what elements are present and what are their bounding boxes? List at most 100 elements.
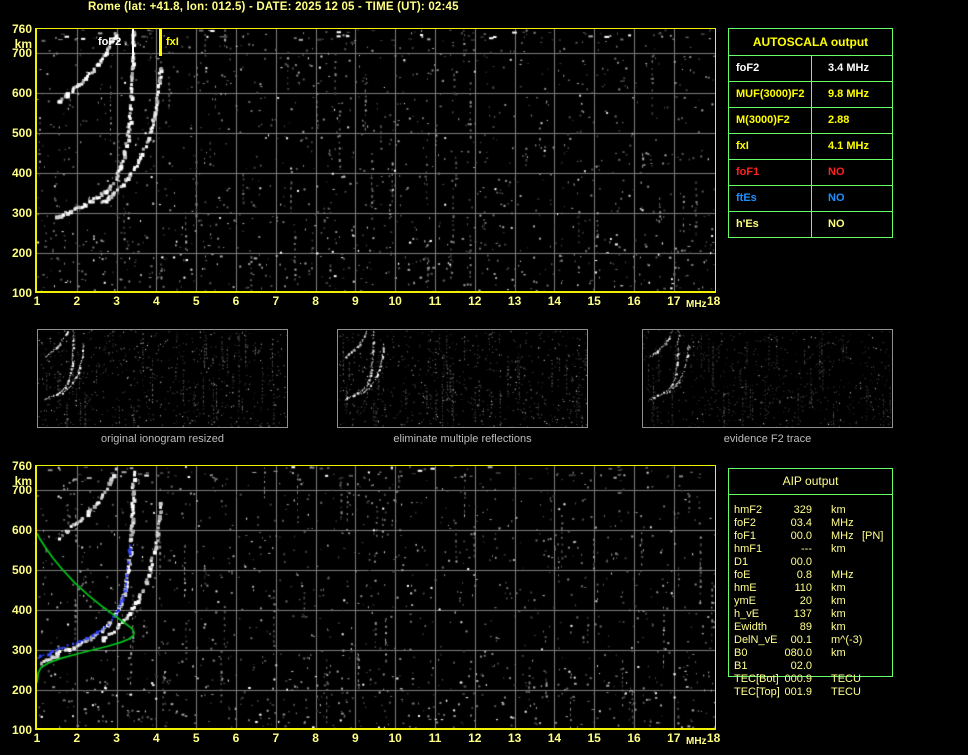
aip-output-table: AIP output hmF2 329 km foF2 03.4 MHz foF1 00.…	[728, 468, 928, 703]
bottom-ionogram-plot	[35, 465, 716, 730]
x-axis-tick: 14	[547, 731, 562, 745]
table-row: M(3000)F2 2.88	[729, 108, 892, 134]
x-axis-tick: 10	[388, 294, 402, 308]
x-axis-tick: 8	[312, 731, 319, 745]
y-axis-tick: 200	[11, 683, 32, 697]
table-row: fxI 4.1 MHz	[729, 134, 892, 160]
param-value: 9.8 MHz	[828, 88, 869, 100]
table-row: hmF2 329 km	[728, 504, 928, 517]
y-axis-tick: 200	[11, 246, 32, 260]
table-row: Ewidth 89 km	[728, 621, 928, 634]
x-axis-tick: 4	[153, 731, 160, 745]
thumbnail-evidence-f2-trace	[642, 329, 893, 428]
param-unit: TECU	[831, 673, 861, 685]
y-axis-tick: 300	[11, 643, 32, 657]
table-row: h_vE 137 km	[728, 608, 928, 621]
x-axis-tick: 16	[627, 731, 641, 745]
y-axis-tick: 760	[11, 22, 32, 36]
param-value: NO	[828, 166, 845, 178]
x-axis-tick: 6	[232, 294, 240, 308]
param-label: foF1	[729, 160, 812, 185]
x-axis-tick: 13	[507, 731, 522, 745]
x-axis-tick: 1	[33, 731, 41, 745]
param-label: fxI	[729, 134, 812, 159]
top-ionogram-plot	[35, 28, 716, 293]
y-axis-tick: 500	[11, 563, 32, 577]
table-row: ftEs NO	[729, 186, 892, 212]
thumbnail-caption: eliminate multiple reflections	[393, 433, 532, 445]
x-axis-tick: 13	[507, 294, 522, 308]
param-unit: MHz	[831, 517, 854, 529]
table-row: TEC[Top] 001.9 TECU	[728, 686, 928, 699]
x-axis-tick: 3	[113, 731, 120, 745]
param-label: M(3000)F2	[729, 108, 812, 133]
x-axis-tick: 12	[468, 731, 482, 745]
y-axis-tick: 300	[11, 206, 32, 220]
y-axis-tick: 600	[11, 523, 32, 537]
top-ionogram-canvas	[37, 29, 715, 291]
y-axis-tick: 400	[11, 166, 32, 180]
autoscala-output-table: AUTOSCALA output foF2 3.4 MHz MUF(3000)F…	[728, 28, 893, 238]
y-axis-tick: 500	[11, 126, 32, 140]
param-value: NO	[828, 218, 845, 230]
bottom-ionogram-canvas	[37, 466, 715, 728]
fof2-label: foF2	[98, 36, 122, 48]
x-axis-tick: 17	[667, 294, 681, 308]
y-axis-unit-label: km	[14, 474, 32, 488]
thumbnail-caption: evidence F2 trace	[723, 433, 812, 445]
x-axis-tick: 3	[113, 294, 120, 308]
param-note: [PN]	[862, 530, 884, 542]
param-value: 000.9	[784, 673, 812, 685]
x-axis-tick: 17	[667, 731, 681, 745]
param-value: 03.4	[790, 517, 812, 529]
thumbnail-eliminate-reflections	[337, 329, 588, 428]
param-unit: m^(-3)	[831, 634, 863, 646]
param-value: 00.1	[790, 634, 812, 646]
param-value: 3.4 MHz	[828, 62, 869, 74]
thumbnail-canvas	[643, 330, 892, 427]
autoscala-app-window: Rome (lat: +41.8, lon: 012.5) - DATE: 20…	[0, 0, 968, 755]
x-axis-tick: 5	[192, 731, 200, 745]
table-row: DelN_vE 00.1 m^(-3)	[728, 634, 928, 647]
y-axis-tick: 760	[11, 459, 32, 473]
thumbnail-caption: original ionogram resized	[101, 433, 224, 445]
table-row: hmE 110 km	[728, 582, 928, 595]
y-axis-unit-label: km	[14, 37, 32, 51]
autoscala-table-title: AUTOSCALA output	[729, 29, 892, 56]
table-row: ymE 20 km	[728, 595, 928, 608]
param-value: 2.88	[828, 114, 850, 126]
x-axis-tick: 7	[272, 294, 280, 308]
param-unit: km	[831, 647, 846, 659]
param-unit: km	[831, 621, 846, 633]
x-axis-unit-label: MHz	[686, 299, 707, 310]
x-axis-tick: 10	[388, 731, 402, 745]
param-unit: km	[831, 595, 846, 607]
param-value: 001.9	[784, 686, 812, 698]
param-value: 137	[793, 608, 812, 620]
table-row: B0 080.0 km	[728, 647, 928, 660]
param-label: ftEs	[729, 186, 812, 211]
param-unit: MHz	[831, 569, 854, 581]
x-axis-unit-label: MHz	[686, 736, 707, 747]
table-row: hmF1 --- km	[728, 543, 928, 556]
param-label: h'Es	[729, 212, 812, 237]
x-axis-tick: 14	[547, 294, 562, 308]
param-unit: TECU	[831, 686, 861, 698]
fxi-label: fxI	[166, 36, 179, 48]
table-row: foF2 03.4 MHz	[728, 517, 928, 530]
table-row: TEC[Bot] 000.9 TECU	[728, 673, 928, 686]
fxi-marker-line	[159, 29, 162, 56]
x-axis-tick: 2	[73, 731, 81, 745]
param-value: 0.8	[796, 569, 812, 581]
y-axis-tick: 600	[11, 86, 32, 100]
x-axis-tick: 12	[468, 294, 482, 308]
x-axis-tick: 11	[428, 731, 442, 745]
x-axis-tick: 16	[627, 294, 641, 308]
x-axis-tick: 8	[312, 294, 319, 308]
param-value: 00.0	[790, 530, 812, 542]
param-value: 080.0	[784, 647, 812, 659]
y-axis-tick: 400	[11, 603, 32, 617]
param-value: 110	[794, 582, 812, 594]
aip-header-divider	[729, 494, 892, 495]
thumbnail-canvas	[38, 330, 287, 427]
